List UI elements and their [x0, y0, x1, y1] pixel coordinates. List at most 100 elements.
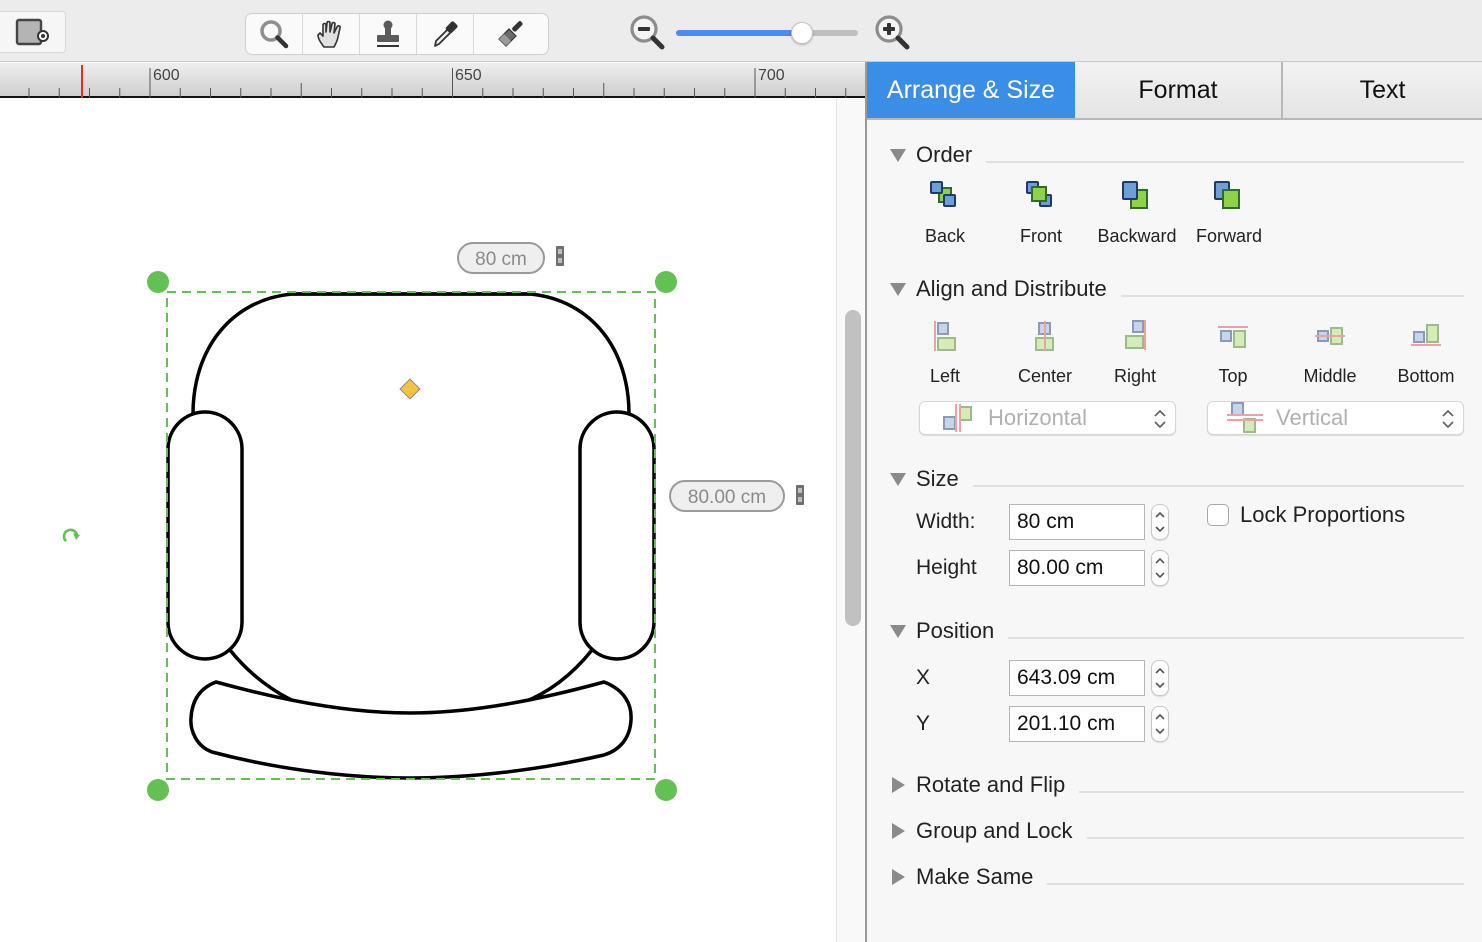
hand-icon	[317, 20, 341, 48]
disclosure-triangle-down-icon	[890, 473, 906, 486]
section-position-header[interactable]: Position	[889, 618, 1464, 644]
rotate-handle-icon[interactable]	[62, 528, 80, 542]
distribute-vertical-popup[interactable]: Vertical	[1207, 401, 1464, 435]
align-bottom-label: Bottom	[1397, 366, 1455, 386]
align-top-icon	[1218, 326, 1248, 348]
align-middle-button[interactable]: Middle	[1293, 320, 1367, 387]
width-input[interactable]	[1009, 504, 1145, 540]
app-window: 600 650 700 80 cm 80.00 cm Arrange & Siz…	[0, 0, 1482, 942]
distribute-horizontal-popup[interactable]: Horizontal	[919, 401, 1176, 435]
height-input[interactable]	[1009, 550, 1145, 586]
order-forward-label: Forward	[1195, 226, 1262, 246]
align-bottom-button[interactable]: Bottom	[1389, 320, 1463, 387]
stepper-arrows-icon	[1155, 511, 1165, 533]
vertical-scrollbar[interactable]	[836, 99, 866, 942]
view-toggle-button[interactable]	[0, 11, 66, 53]
ruler-label: 700	[758, 67, 785, 84]
height-dimension-label[interactable]: 80.00 cm	[669, 480, 785, 512]
align-right-button[interactable]: Right	[1105, 320, 1165, 387]
section-title: Rotate and Flip	[916, 772, 1066, 797]
send-to-back-icon	[930, 181, 956, 207]
align-center-label: Center	[1017, 366, 1073, 386]
section-align-header[interactable]: Align and Distribute	[889, 276, 1464, 302]
x-position-stepper[interactable]	[1151, 660, 1169, 696]
format-painter-tool-button[interactable]	[474, 14, 548, 54]
lock-proportions-checkbox[interactable]	[1207, 504, 1229, 526]
bring-forward-icon	[1214, 181, 1240, 209]
canvas-svg	[62, 271, 677, 801]
distribute-horizontal-icon	[943, 404, 972, 432]
section-rotate-flip-header[interactable]: Rotate and Flip	[889, 772, 1464, 798]
resize-handle-top-left[interactable]	[147, 271, 169, 293]
order-backward-button[interactable]: Backward	[1089, 180, 1185, 247]
order-front-button[interactable]: Front	[1011, 180, 1071, 247]
distribute-vertical-text: Vertical	[1276, 405, 1349, 430]
chair-armrest-right[interactable]	[578, 410, 656, 661]
align-top-button[interactable]: Top	[1203, 320, 1263, 387]
inspector-tabs: Arrange & Size Format Text	[867, 62, 1482, 120]
horizontal-ruler: 600 650 700	[0, 63, 866, 98]
zoom-slider-thumb[interactable]	[791, 22, 814, 44]
y-position-input[interactable]	[1009, 706, 1145, 742]
eyedropper-tool-button[interactable]	[417, 14, 474, 54]
align-left-button[interactable]: Left	[915, 320, 975, 387]
ruler-label: 600	[153, 67, 180, 84]
section-size-header[interactable]: Size	[889, 466, 1464, 492]
zoom-slider[interactable]	[676, 22, 858, 44]
order-backward-label: Backward	[1097, 226, 1177, 246]
height-link-icon[interactable]	[795, 484, 805, 506]
section-rule	[972, 485, 1464, 487]
height-stepper[interactable]	[1151, 550, 1169, 586]
disclosure-triangle-right-icon	[892, 777, 905, 793]
x-position-input[interactable]	[1009, 660, 1145, 696]
order-forward-button[interactable]: Forward	[1189, 180, 1269, 247]
chair-armrest-left[interactable]	[166, 410, 244, 661]
align-right-label: Right	[1113, 366, 1157, 386]
tab-text[interactable]: Text	[1283, 62, 1482, 118]
order-back-button[interactable]: Back	[915, 180, 975, 247]
up-down-chevron-icon	[1154, 409, 1166, 429]
section-make-same-header[interactable]: Make Same	[889, 864, 1464, 890]
lock-proportions-label[interactable]: Lock Proportions	[1240, 502, 1405, 528]
align-bottom-icon	[1411, 324, 1441, 346]
tab-format[interactable]: Format	[1075, 62, 1283, 118]
zoom-out-button[interactable]	[629, 14, 667, 52]
align-center-button[interactable]: Center	[1011, 320, 1079, 387]
tab-arrange-size[interactable]: Arrange & Size	[867, 62, 1075, 118]
section-rule	[986, 161, 1464, 163]
tool-group	[245, 13, 549, 55]
zoom-out-icon	[630, 15, 665, 50]
send-backward-icon	[1122, 181, 1148, 209]
section-title: Size	[916, 466, 959, 491]
bring-to-front-icon	[1026, 181, 1052, 207]
resize-handle-top-right[interactable]	[655, 271, 677, 293]
up-down-chevron-icon	[1442, 409, 1454, 429]
width-dimension-label[interactable]: 80 cm	[457, 242, 545, 274]
paintbrush-icon	[498, 21, 523, 47]
resize-handle-bottom-right[interactable]	[655, 779, 677, 801]
order-front-label: Front	[1019, 226, 1062, 246]
section-order-header[interactable]: Order	[889, 142, 1464, 168]
width-link-icon[interactable]	[555, 245, 565, 267]
stamp-icon	[377, 20, 399, 47]
y-position-stepper[interactable]	[1151, 706, 1169, 742]
section-title: Position	[916, 618, 995, 643]
stamp-tool-button[interactable]	[360, 14, 417, 54]
section-rule	[1008, 637, 1464, 639]
vertical-scrollbar-thumb[interactable]	[845, 310, 861, 626]
section-rule	[1047, 883, 1464, 885]
align-top-label: Top	[1218, 366, 1248, 386]
pan-tool-button[interactable]	[303, 14, 360, 54]
drawing-canvas[interactable]: 80 cm 80.00 cm	[0, 99, 836, 942]
chair-seat-front[interactable]	[189, 680, 633, 780]
section-group-lock-header[interactable]: Group and Lock	[889, 818, 1464, 844]
resize-handle-bottom-left[interactable]	[147, 779, 169, 801]
width-stepper[interactable]	[1151, 504, 1169, 540]
distribute-vertical-icon	[1227, 402, 1263, 433]
zoom-in-button[interactable]	[874, 14, 912, 52]
zoom-in-icon	[875, 15, 910, 50]
section-rule	[1086, 837, 1464, 839]
panel-icon	[15, 18, 49, 46]
zoom-tool-button[interactable]	[246, 14, 303, 54]
section-title: Make Same	[916, 864, 1034, 889]
